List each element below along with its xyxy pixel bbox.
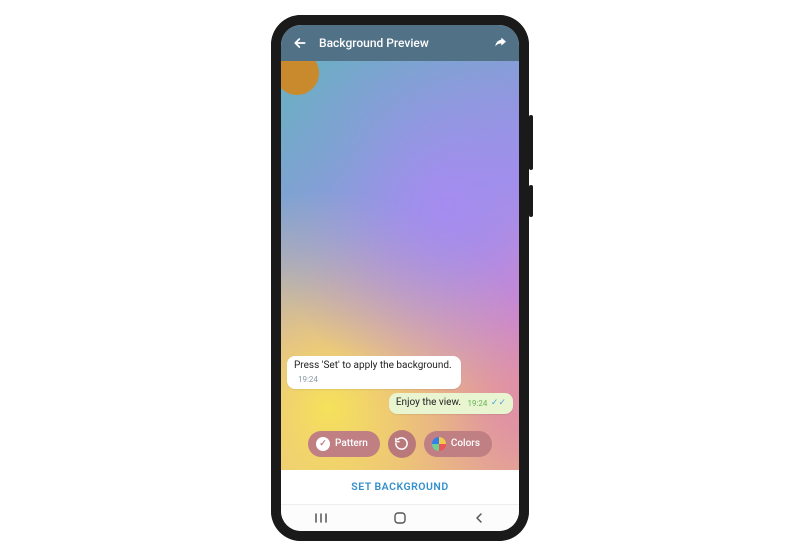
share-button[interactable]: [491, 34, 509, 52]
phone-frame: Background Preview Press 'Set' to apply …: [271, 15, 529, 541]
set-background-button[interactable]: SET BACKGROUND: [281, 470, 519, 504]
hw-volume: [529, 115, 533, 170]
nav-home[interactable]: [380, 511, 420, 525]
screen: Background Preview Press 'Set' to apply …: [281, 25, 519, 531]
app-bar: Background Preview: [281, 25, 519, 61]
sample-messages: Press 'Set' to apply the background. 19:…: [287, 356, 513, 418]
set-background-label: SET BACKGROUND: [351, 480, 448, 493]
share-icon: [492, 35, 508, 51]
nav-back[interactable]: [459, 512, 499, 524]
hw-power: [529, 185, 533, 217]
arrow-left-icon: [292, 35, 308, 51]
android-nav: [281, 504, 519, 531]
incoming-time: 19:24: [298, 375, 318, 384]
palette-icon: [432, 437, 446, 451]
outgoing-message: Enjoy the view. 19:24 ✓✓: [389, 393, 513, 414]
recents-icon: [314, 512, 328, 524]
incoming-text: Press 'Set' to apply the background.: [294, 360, 452, 371]
outgoing-text: Enjoy the view.: [396, 397, 461, 408]
pattern-button[interactable]: ✓ Pattern: [308, 431, 380, 457]
back-icon: [473, 512, 485, 524]
background-preview: Press 'Set' to apply the background. 19:…: [281, 61, 519, 470]
bg-controls: ✓ Pattern Colors: [281, 430, 519, 458]
colors-button[interactable]: Colors: [424, 431, 492, 457]
pattern-label: Pattern: [335, 438, 368, 449]
outgoing-time: 19:24: [468, 399, 488, 408]
home-icon: [393, 511, 407, 525]
read-ticks-icon: ✓✓: [491, 398, 506, 408]
nav-recents[interactable]: [301, 512, 341, 524]
back-button[interactable]: [291, 34, 309, 52]
check-icon: ✓: [316, 437, 330, 451]
rotate-colors-button[interactable]: [388, 430, 416, 458]
colors-label: Colors: [451, 438, 480, 449]
page-title: Background Preview: [319, 36, 491, 50]
incoming-message: Press 'Set' to apply the background. 19:…: [287, 356, 461, 389]
rotate-icon: [394, 436, 409, 451]
